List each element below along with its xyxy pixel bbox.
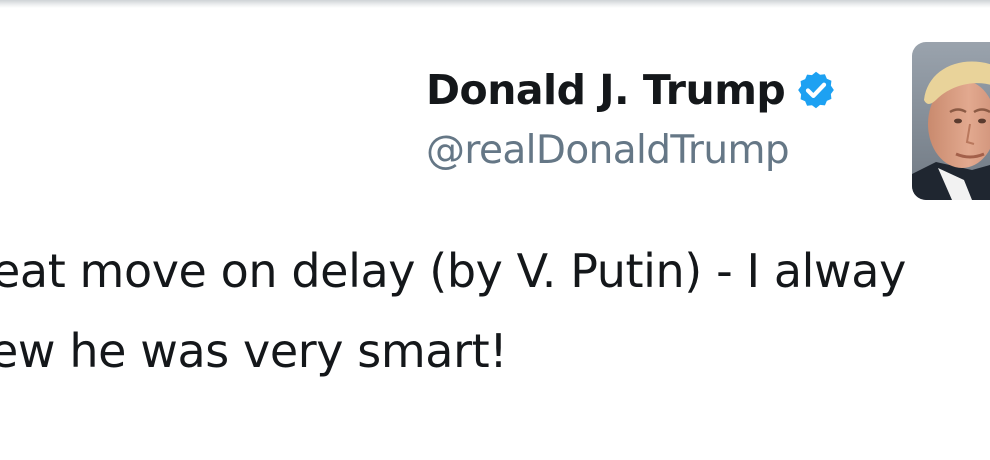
avatar[interactable] <box>912 42 990 200</box>
tweet-author: Donald J. Trump @realDonaldTrump <box>426 62 896 173</box>
tweet-body: eat move on delay (by V. Putin) - I alwa… <box>0 238 990 398</box>
verified-badge-icon <box>795 69 837 111</box>
top-divider <box>0 0 990 8</box>
author-display-name[interactable]: Donald J. Trump <box>426 66 786 114</box>
tweet-text-line-1: eat move on delay (by V. Putin) - I alwa… <box>0 244 906 298</box>
author-handle[interactable]: @realDonaldTrump <box>426 128 896 173</box>
tweet-text-line-2: ew he was very smart! <box>0 324 508 378</box>
author-name-row: Donald J. Trump <box>426 62 896 118</box>
